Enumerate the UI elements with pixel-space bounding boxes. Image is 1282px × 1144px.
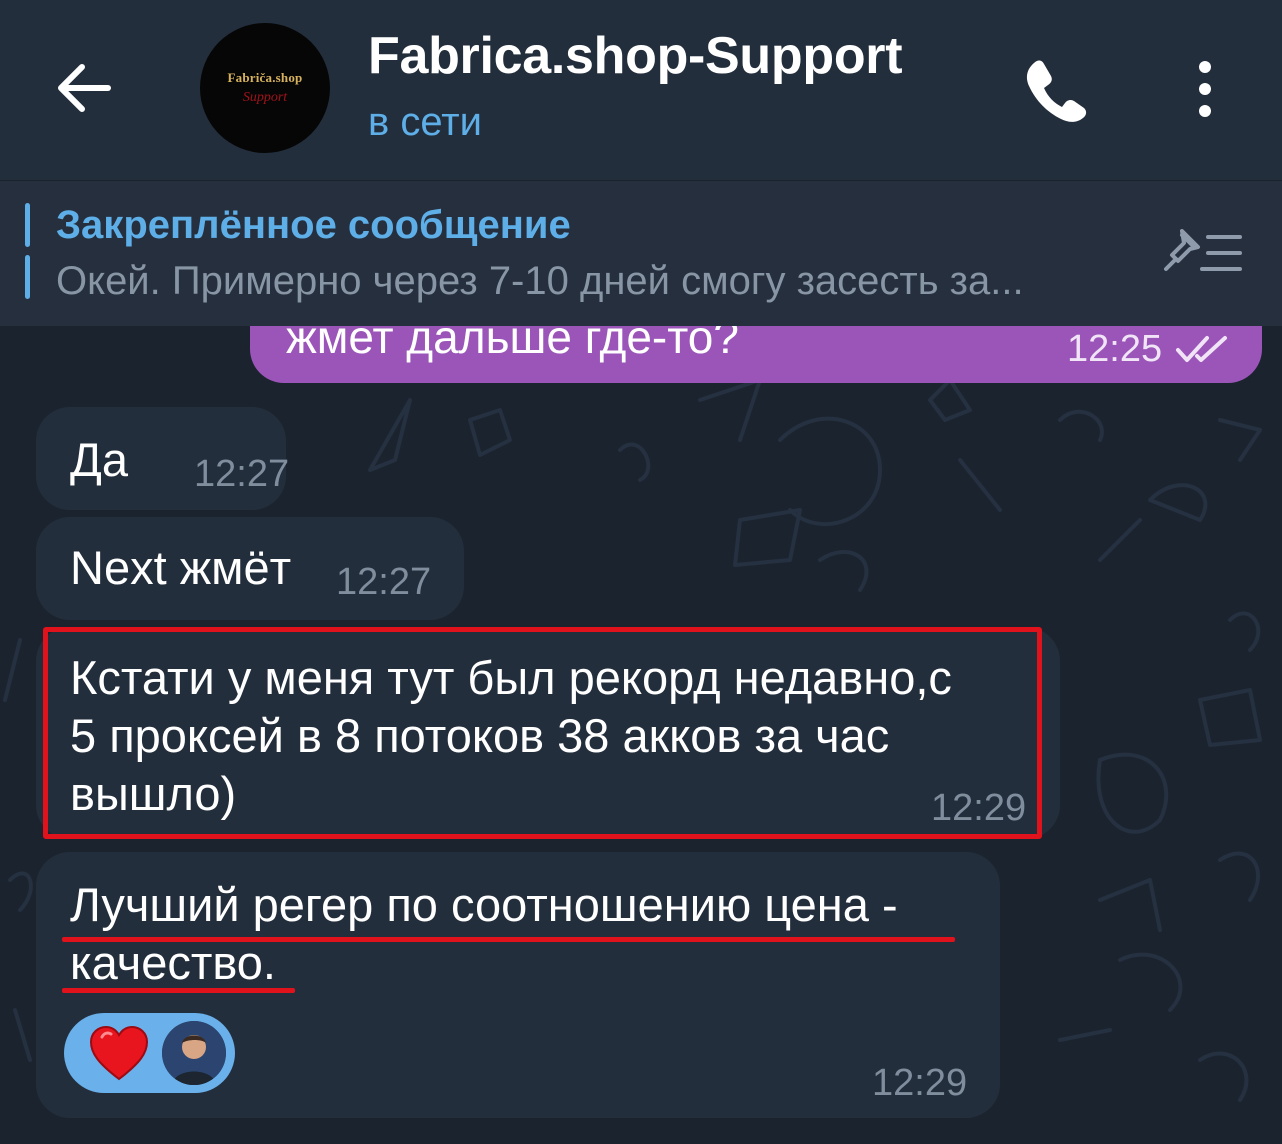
pinned-message-bar[interactable]: Закреплённое сообщение Окей. Примерно че…: [0, 180, 1282, 326]
message-text: Да: [70, 433, 128, 486]
chat-title[interactable]: Fabrica.shop-Support: [368, 26, 903, 86]
message-line: Лучший регер по соотношению цена -: [70, 878, 898, 931]
message-line: качество.: [70, 936, 276, 989]
heart-icon: [89, 1025, 149, 1081]
pinned-indicator: [25, 255, 30, 299]
incoming-message[interactable]: Next жмёт 12:27: [36, 517, 464, 620]
incoming-message[interactable]: Да 12:27: [36, 407, 290, 510]
message-time: 12:25: [1067, 328, 1163, 370]
message-text: Next жмёт: [70, 541, 292, 594]
avatar-subtitle: Support: [242, 90, 288, 105]
arrow-left-icon[interactable]: [52, 55, 118, 121]
online-status: в сети: [368, 100, 482, 144]
avatar[interactable]: Fabriča.shop Support: [200, 23, 330, 153]
avatar-brand: Fabriča.shop: [227, 70, 303, 85]
highlight-annotation: [43, 627, 1042, 839]
pinned-title: Закреплённое сообщение: [56, 203, 571, 247]
message-time: 12:27: [336, 561, 432, 603]
double-check-icon: [1176, 336, 1227, 362]
chat-header: Fabriča.shop Support Fabrica.shop-Suppor…: [0, 0, 1282, 180]
pinned-text: Окей. Примерно через 7-10 дней смогу зас…: [56, 259, 1024, 303]
underline-annotation: [62, 988, 295, 993]
pinned-indicator: [25, 203, 30, 247]
reactor-avatar: [162, 1021, 226, 1085]
more-vertical-icon[interactable]: [1185, 55, 1225, 125]
phone-icon[interactable]: [1020, 55, 1090, 125]
pin-list-icon[interactable]: [1160, 225, 1244, 281]
message-time: 12:29: [872, 1062, 968, 1104]
reaction-chip[interactable]: [64, 1013, 235, 1093]
underline-annotation: [62, 937, 955, 942]
message-time: 12:27: [194, 453, 290, 495]
